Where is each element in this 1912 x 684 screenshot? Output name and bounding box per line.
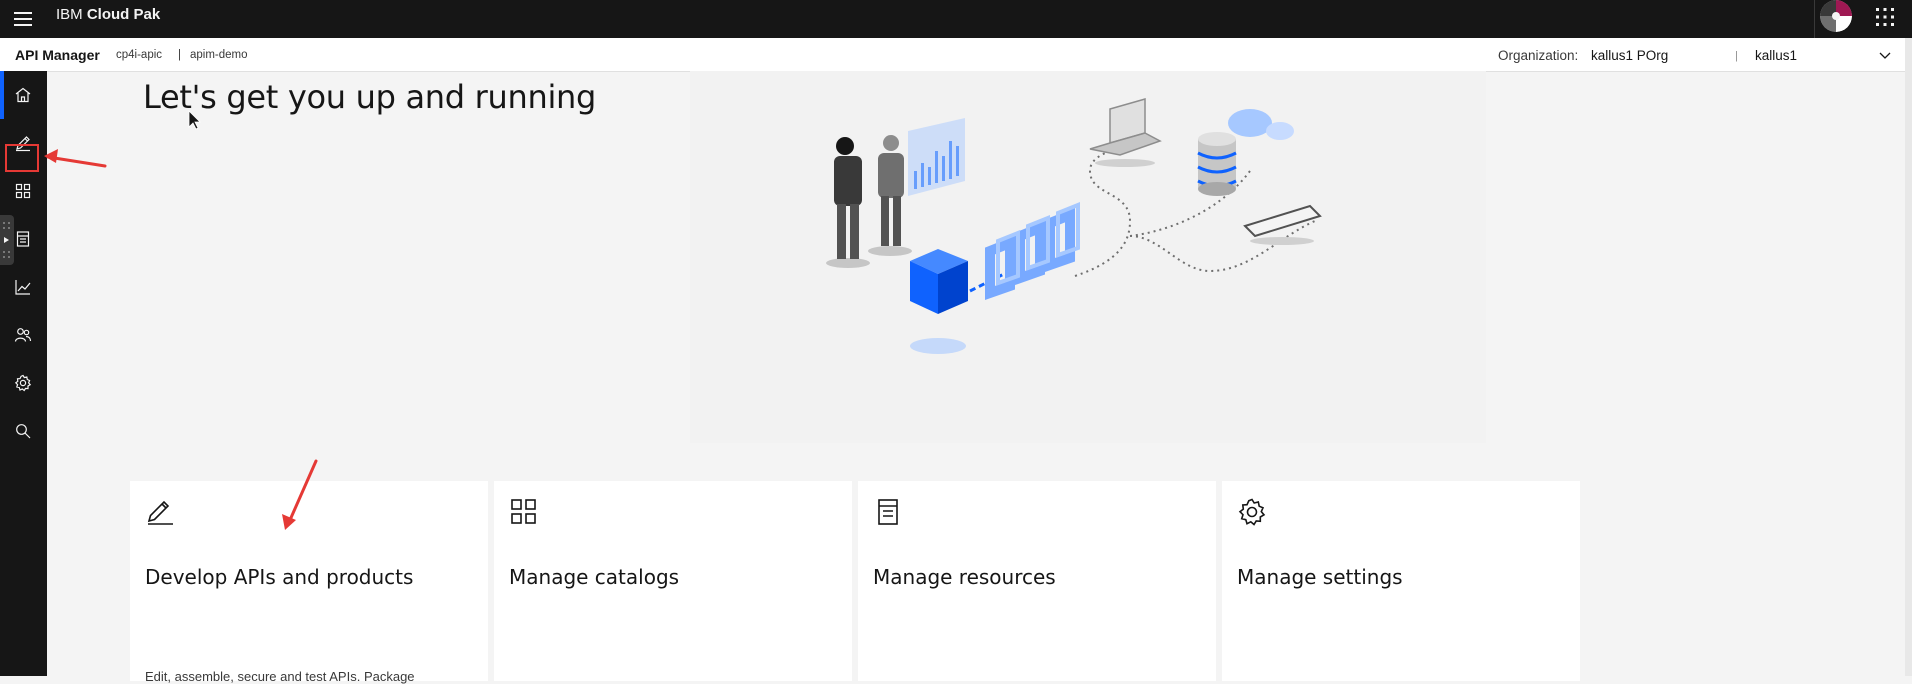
user-value: kallus1	[1755, 48, 1798, 63]
page-title: Let's get you up and running	[143, 78, 597, 116]
active-indicator	[0, 71, 4, 119]
brand-title[interactable]: IBM Cloud Pak	[56, 6, 160, 23]
app-switcher-icon[interactable]	[1874, 6, 1896, 28]
hamburger-icon[interactable]	[12, 8, 34, 30]
app-name: API Manager	[15, 47, 100, 63]
breadcrumb-item-instance[interactable]: cp4i-apic	[116, 49, 162, 61]
shell-header: IBM Cloud Pak	[0, 0, 1912, 38]
search-icon	[16, 424, 31, 439]
scrollbar[interactable]	[1905, 38, 1912, 676]
nav-item-search[interactable]	[0, 407, 47, 455]
catalog-icon	[16, 231, 30, 247]
breadcrumb-item-namespace[interactable]: apim-demo	[190, 49, 248, 61]
nav-item-catalogs[interactable]	[0, 167, 47, 215]
members-icon	[14, 328, 32, 342]
user-dropdown[interactable]: kallus1	[1755, 44, 1893, 66]
nav-item-members[interactable]	[0, 311, 47, 359]
tile-develop[interactable]: Develop APIs and products Edit, assemble…	[130, 481, 488, 684]
tile-resources[interactable]: Manage resources	[858, 481, 1216, 681]
drag-handle[interactable]	[0, 215, 14, 265]
annotation-highlight-box	[5, 144, 39, 172]
home-icon	[15, 87, 31, 103]
tile-title: Manage resources	[873, 565, 1056, 589]
avatar[interactable]	[1820, 0, 1852, 32]
brand-name: Cloud Pak	[86, 6, 161, 23]
brand-prefix: IBM	[56, 6, 83, 23]
organization-value[interactable]: kallus1 POrg	[1591, 48, 1668, 63]
grid-icon	[511, 499, 536, 524]
left-nav	[0, 71, 47, 676]
tile-settings[interactable]: Manage settings	[1222, 481, 1580, 681]
grid-icon	[15, 183, 31, 199]
tile-title: Develop APIs and products	[145, 565, 414, 589]
user-separator: |	[1735, 50, 1738, 62]
tile-title: Manage settings	[1237, 565, 1403, 589]
annotation-arrow-icon	[44, 149, 107, 168]
nav-item-home[interactable]	[0, 71, 47, 119]
tile-catalogs[interactable]: Manage catalogs	[494, 481, 852, 681]
analytics-icon	[15, 280, 31, 295]
tile-title: Manage catalogs	[509, 565, 680, 589]
handle-grip-icon	[3, 222, 10, 258]
settings-icon	[14, 374, 32, 392]
chevron-down-icon	[1879, 52, 1891, 59]
nav-item-settings[interactable]	[0, 359, 47, 407]
shell-divider	[1814, 0, 1815, 38]
tile-description: Edit, assemble, secure and test APIs. Pa…	[145, 669, 415, 684]
breadcrumb-separator: |	[178, 49, 181, 61]
edit-icon	[147, 500, 173, 525]
catalog-icon	[878, 499, 898, 525]
sub-header: API Manager cp4i-apic | apim-demo Organi…	[0, 38, 1905, 72]
hero-illustration	[690, 71, 1486, 443]
nav-item-analytics[interactable]	[0, 263, 47, 311]
organization-label: Organization:	[1498, 48, 1579, 63]
settings-icon	[1238, 498, 1266, 526]
